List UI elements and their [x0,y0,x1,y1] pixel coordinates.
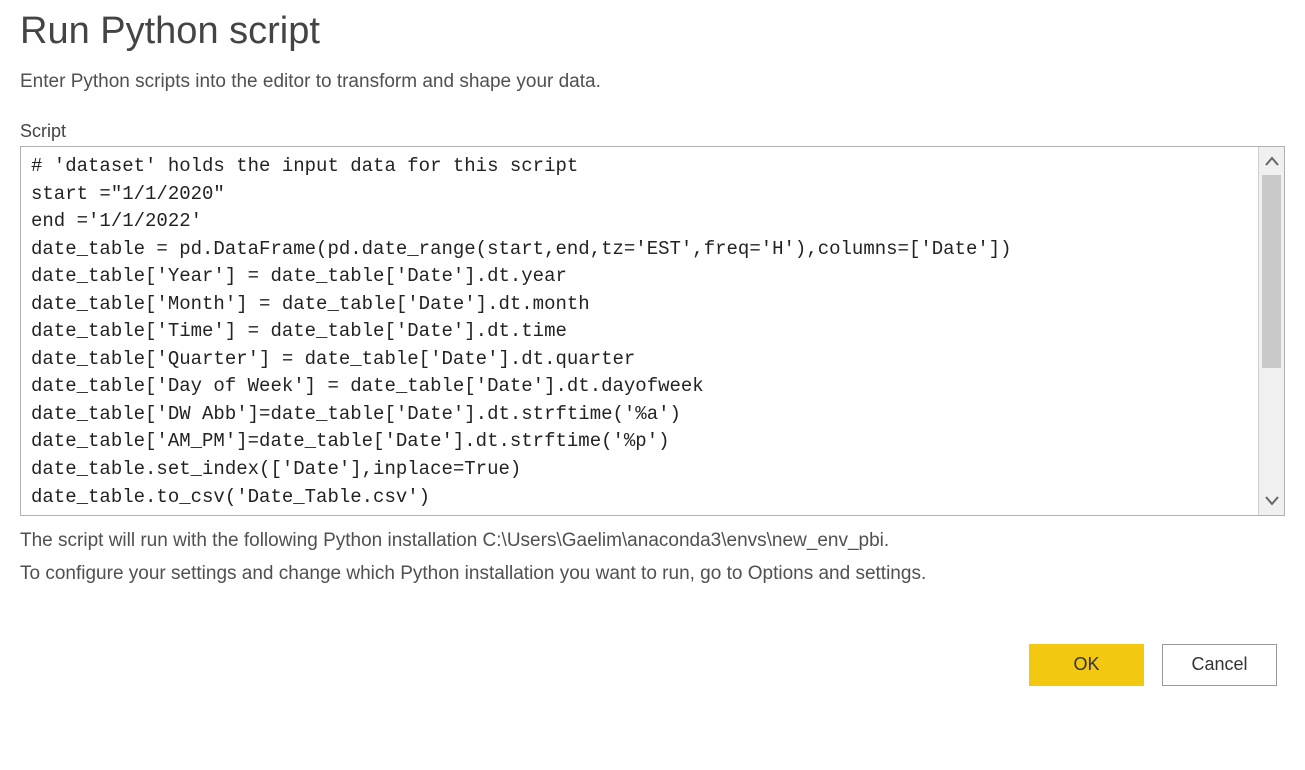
scroll-up-arrow-icon[interactable] [1259,147,1284,175]
installation-path-text: The script will run with the following P… [20,526,1285,555]
script-editor-container: # 'dataset' holds the input data for thi… [20,146,1285,516]
script-label: Script [20,121,1285,142]
cancel-button[interactable]: Cancel [1162,644,1277,686]
dialog-title: Run Python script [20,10,1285,53]
scroll-track[interactable] [1259,175,1284,487]
button-row: OK Cancel [20,644,1285,686]
scroll-thumb[interactable] [1262,175,1281,368]
configure-hint-text: To configure your settings and change wh… [20,559,1285,588]
dialog-subtitle: Enter Python scripts into the editor to … [20,71,1285,93]
ok-button[interactable]: OK [1029,644,1144,686]
script-editor[interactable]: # 'dataset' holds the input data for thi… [21,147,1258,515]
vertical-scrollbar[interactable] [1258,147,1284,515]
scroll-down-arrow-icon[interactable] [1259,487,1284,515]
